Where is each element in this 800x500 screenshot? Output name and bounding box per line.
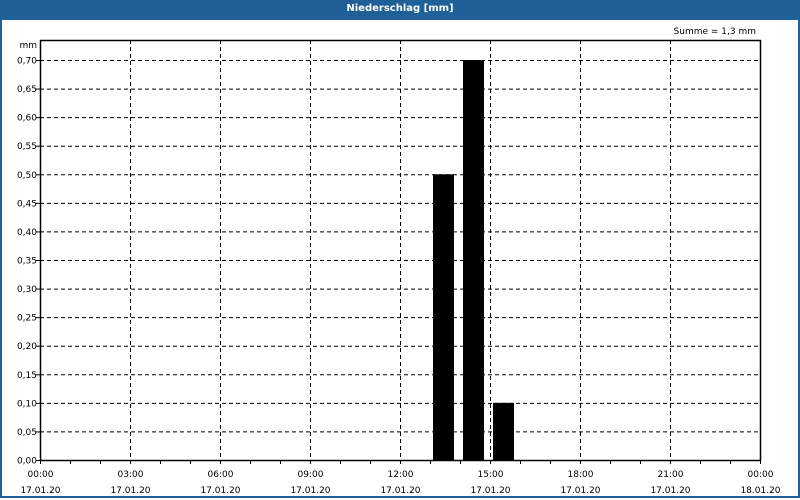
x-tick-date: 17.01.20 bbox=[110, 486, 150, 496]
x-tick-time: 18:00 bbox=[568, 470, 594, 480]
y-tick-label: 0,30 bbox=[17, 285, 37, 295]
y-tick-label: 0,00 bbox=[17, 457, 37, 467]
y-tick-label: 0,55 bbox=[17, 142, 37, 152]
x-tick-date: 18.01.20 bbox=[740, 486, 780, 496]
y-tick-label: 0,70 bbox=[17, 57, 37, 67]
y-tick-label: 0,10 bbox=[17, 399, 37, 409]
y-tick-label: 0,40 bbox=[17, 228, 37, 238]
x-tick-date: 17.01.20 bbox=[380, 486, 420, 496]
sum-annotation: Summe = 1,3 mm bbox=[674, 27, 756, 37]
bar bbox=[433, 174, 454, 461]
y-tick-label: 0,25 bbox=[17, 314, 37, 324]
y-tick-label: 0,15 bbox=[17, 371, 37, 381]
y-tick-label: 0,20 bbox=[17, 342, 37, 352]
x-tick-time: 00:00 bbox=[748, 470, 774, 480]
x-tick-time: 00:00 bbox=[28, 470, 54, 480]
x-tick-date: 17.01.20 bbox=[290, 486, 330, 496]
x-tick-date: 17.01.20 bbox=[200, 486, 240, 496]
bar bbox=[463, 60, 484, 460]
bar bbox=[493, 402, 514, 460]
x-tick-time: 12:00 bbox=[388, 470, 414, 480]
y-tick-label: 0,50 bbox=[17, 171, 37, 181]
x-tick-time: 09:00 bbox=[298, 470, 324, 480]
precipitation-chart: mm Summe = 1,3 mm 0,00 0,05 0,10 0,15 0,20 0,… bbox=[17, 27, 781, 496]
y-axis-unit: mm bbox=[19, 41, 37, 51]
x-tick-time: 03:00 bbox=[118, 470, 144, 480]
x-tick-date: 17.01.20 bbox=[470, 486, 510, 496]
y-tick-label: 0,65 bbox=[17, 85, 37, 95]
y-tick-label: 0,60 bbox=[17, 114, 37, 124]
x-tick-date: 17.01.20 bbox=[650, 486, 690, 496]
y-tick-label: 0,05 bbox=[17, 428, 37, 438]
x-tick-time: 06:00 bbox=[208, 470, 234, 480]
y-tick-label: 0,35 bbox=[17, 257, 37, 267]
x-tick-time: 15:00 bbox=[478, 470, 504, 480]
x-tick-time: 21:00 bbox=[658, 470, 684, 480]
y-tick-label: 0,45 bbox=[17, 199, 37, 209]
x-tick-date: 17.01.20 bbox=[20, 486, 60, 496]
x-tick-date: 17.01.20 bbox=[560, 486, 600, 496]
